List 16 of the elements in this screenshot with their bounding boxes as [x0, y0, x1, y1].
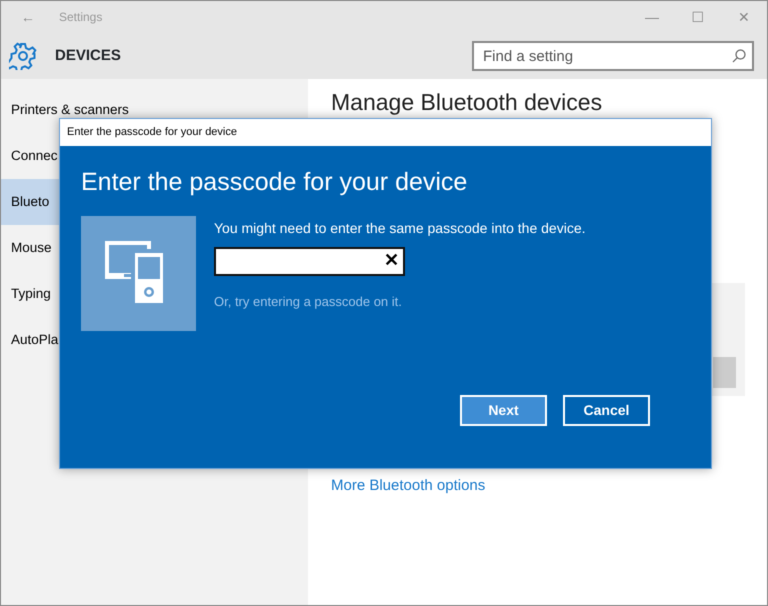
page-heading: Manage Bluetooth devices [331, 88, 604, 117]
section-title: DEVICES [55, 46, 121, 66]
instruction-text: You might need to enter the same passcode into the device. [214, 218, 586, 238]
passcode-field[interactable] [214, 246, 405, 276]
more-options-link[interactable]: More Bluetooth options [331, 475, 486, 498]
hint-text: Or, try entering a passcode on it. [214, 292, 403, 311]
device-bar [713, 357, 736, 388]
search-icon [732, 49, 746, 63]
window-title: Settings [59, 9, 102, 26]
search-field[interactable]: Find a setting [472, 41, 754, 71]
dialog-title: Enter the passcode for your device [67, 125, 237, 140]
next-button[interactable]: Next [460, 394, 547, 426]
clear-button[interactable]: ✕ [381, 250, 402, 268]
dialog-heading: Enter the passcode for your device [81, 167, 468, 198]
cancel-button[interactable]: Cancel [563, 394, 650, 426]
settings-icon [9, 42, 37, 70]
